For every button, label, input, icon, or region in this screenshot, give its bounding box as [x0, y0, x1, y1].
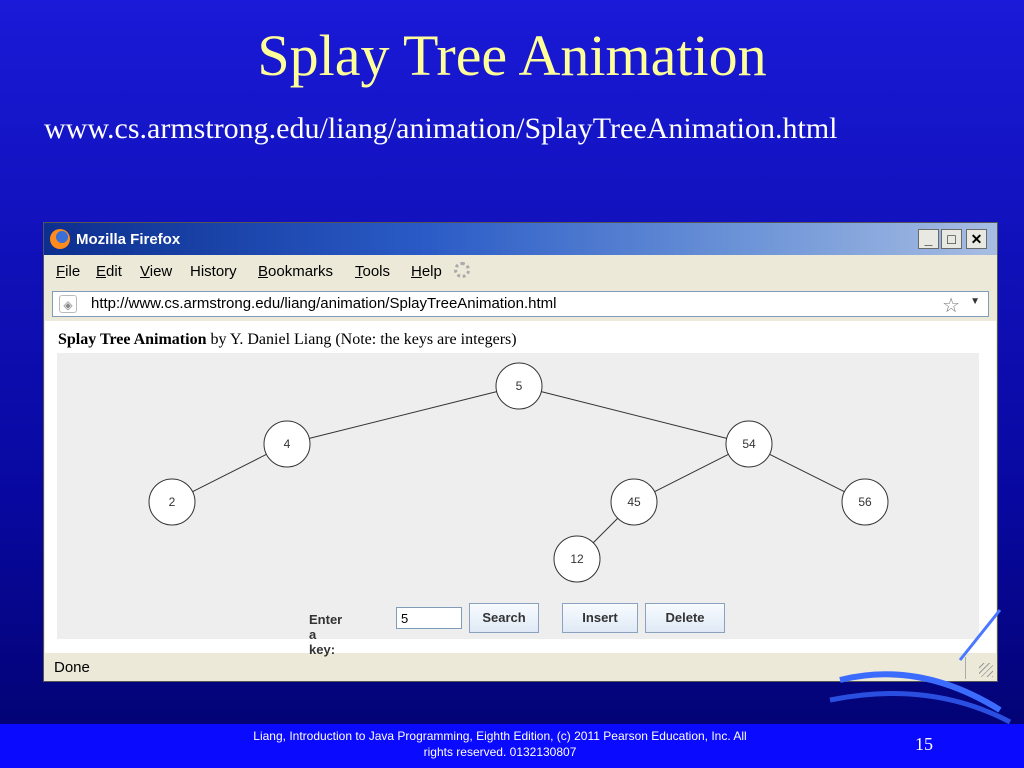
tree-node-4: 4 — [263, 420, 311, 468]
page-number: 15 — [915, 734, 933, 754]
menu-history[interactable]: History — [190, 263, 237, 280]
tree-edge — [192, 453, 267, 493]
tree-node-key: 4 — [284, 437, 291, 451]
tree-node-key: 56 — [858, 495, 872, 509]
insert-button[interactable]: Insert — [562, 603, 638, 633]
menu-bar: File Edit View History Bookmarks Tools H… — [44, 257, 997, 285]
menu-bookmarks[interactable]: Bookmarks — [258, 263, 333, 280]
window-title: Mozilla Firefox — [76, 231, 181, 248]
close-button[interactable]: ✕ — [966, 229, 987, 249]
footer-line-1: Liang, Introduction to Java Programming,… — [253, 729, 747, 743]
page-heading-rest: by Y. Daniel Liang (Note: the keys are i… — [206, 331, 517, 348]
tree-node-key: 2 — [169, 495, 176, 509]
slide-title: Splay Tree Animation — [257, 23, 767, 88]
throbber-icon — [454, 262, 470, 278]
search-button[interactable]: Search — [469, 603, 539, 633]
tree-node-key: 54 — [742, 437, 756, 451]
tree-edge — [592, 517, 619, 544]
tree-node-key: 12 — [570, 552, 584, 566]
tree-edge — [769, 453, 845, 493]
site-icon[interactable]: ◈ — [59, 295, 77, 313]
tree-node-12: 12 — [553, 535, 601, 583]
maximize-button[interactable]: □ — [941, 229, 962, 249]
title-bar[interactable]: Mozilla Firefox _ □ ✕ — [44, 223, 997, 255]
decorative-swoosh — [829, 609, 1012, 724]
slide-footer: Liang, Introduction to Java Programming,… — [0, 724, 1024, 768]
tree-node-2: 2 — [148, 478, 196, 526]
page-heading-bold: Splay Tree Animation — [58, 331, 207, 348]
menu-edit[interactable]: Edit — [96, 263, 122, 280]
key-input[interactable] — [396, 607, 462, 629]
key-label: Enter a key: — [309, 612, 343, 657]
tree-node-key: 5 — [516, 379, 523, 393]
menu-help[interactable]: Help — [411, 263, 442, 280]
firefox-logo-icon — [50, 229, 70, 249]
slide-url: www.cs.armstrong.edu/liang/animation/Spl… — [44, 112, 838, 145]
tree-node-54: 54 — [725, 420, 773, 468]
tree-canvas: 54 542 45 5612 — [148, 362, 889, 583]
tree-edge — [309, 391, 497, 439]
minimize-button[interactable]: _ — [918, 229, 939, 249]
bookmark-star-icon[interactable]: ☆ — [942, 293, 960, 318]
delete-button[interactable]: Delete — [645, 603, 725, 633]
address-text[interactable]: http://www.cs.armstrong.edu/liang/animat… — [91, 295, 557, 312]
menu-file[interactable]: File — [56, 263, 80, 280]
tree-node-5: 5 — [495, 362, 543, 410]
tree-node-key: 45 — [627, 495, 641, 509]
tree-node-45: 45 — [610, 478, 658, 526]
menu-view[interactable]: View — [140, 263, 172, 280]
footer-line-2: rights reserved. 0132130807 — [423, 745, 577, 759]
address-bar[interactable]: ◈ http://www.cs.armstrong.edu/liang/anim… — [52, 291, 989, 317]
page-heading: Splay Tree Animation by Y. Daniel Liang … — [58, 331, 517, 349]
status-text: Done — [54, 659, 90, 676]
tree-node-56: 56 — [841, 478, 889, 526]
tree-edge — [541, 391, 727, 439]
menu-tools[interactable]: Tools — [355, 263, 390, 280]
tree-edge — [654, 453, 729, 493]
dropdown-arrow-icon[interactable]: ▼ — [970, 296, 980, 307]
splay-tree-applet[interactable]: 54542455612 Enter a key: Search Insert D… — [57, 353, 979, 657]
footer-credit: Liang, Introduction to Java Programming,… — [200, 728, 800, 760]
